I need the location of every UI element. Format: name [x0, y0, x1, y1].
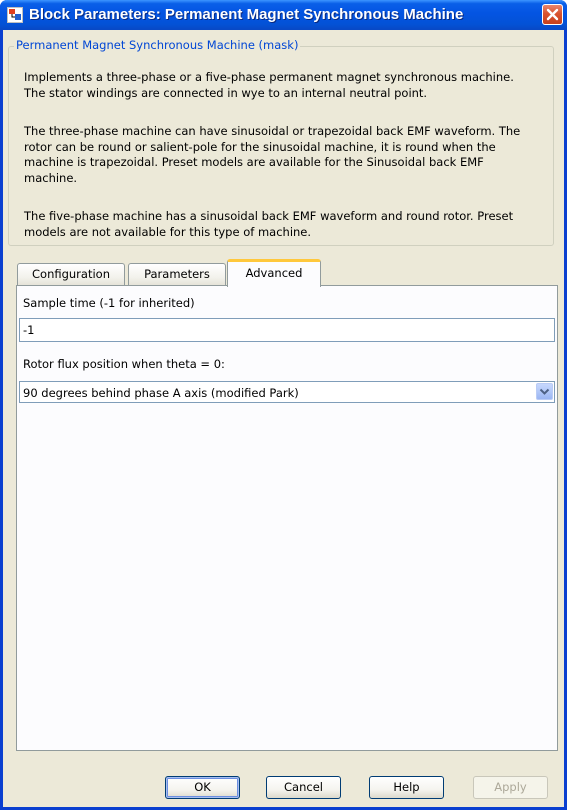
close-icon	[546, 8, 559, 21]
sample-time-input[interactable]: -1	[19, 318, 555, 342]
help-button[interactable]: Help	[369, 776, 444, 799]
rotor-flux-position-label: Rotor flux position when theta = 0:	[23, 357, 225, 371]
window-title: Block Parameters: Permanent Magnet Synch…	[29, 6, 464, 23]
cancel-button[interactable]: Cancel	[266, 776, 341, 799]
tab-parameters[interactable]: Parameters	[128, 263, 226, 286]
title-bar[interactable]: Block Parameters: Permanent Magnet Synch…	[0, 0, 567, 30]
ok-button[interactable]: OK	[165, 776, 240, 799]
advanced-tab-panel	[16, 285, 558, 751]
tab-advanced[interactable]: Advanced	[227, 259, 321, 287]
chevron-down-icon	[539, 388, 550, 395]
simulink-block-icon	[7, 7, 23, 23]
sample-time-label: Sample time (-1 for inherited)	[23, 296, 195, 310]
close-button[interactable]	[542, 4, 563, 25]
mask-group-legend: Permanent Magnet Synchronous Machine (ma…	[14, 38, 301, 52]
mask-description-paragraph-2: The three-phase machine can have sinusoi…	[24, 124, 521, 185]
dropdown-arrow-button[interactable]	[536, 383, 553, 400]
apply-button[interactable]: Apply	[473, 776, 548, 799]
tab-configuration[interactable]: Configuration	[17, 263, 125, 286]
rotor-flux-position-select[interactable]: 90 degrees behind phase A axis (modified…	[19, 381, 555, 403]
mask-description-paragraph-3: The five-phase machine has a sinusoidal …	[24, 209, 514, 239]
mask-description-paragraph-1: Implements a three-phase or a five-phase…	[24, 70, 514, 100]
rotor-flux-position-value: 90 degrees behind phase A axis (modified…	[23, 386, 299, 400]
